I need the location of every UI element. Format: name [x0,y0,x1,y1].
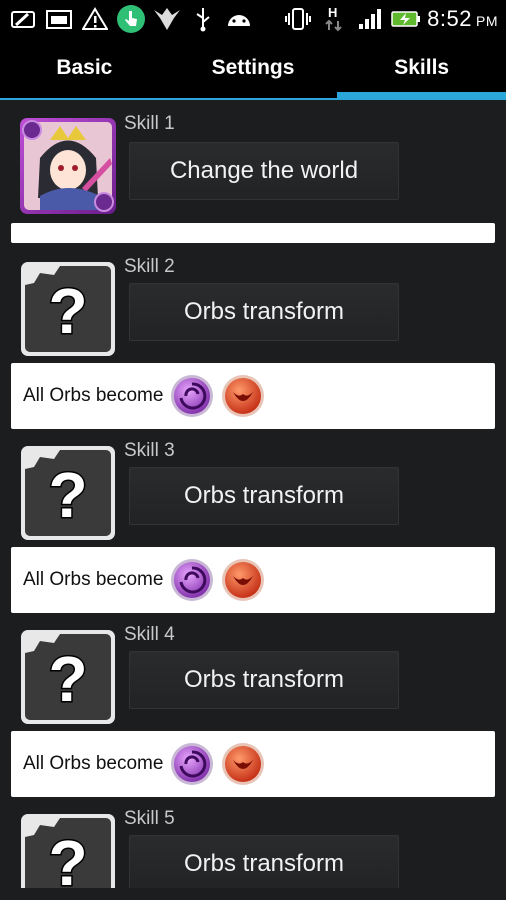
tab-label: Skills [394,56,450,79]
dark-orb-icon [170,742,214,786]
touch-app-icon [116,4,146,34]
description-text: All Orbs become [23,753,164,774]
skill-name-button[interactable]: Change the world [129,142,399,200]
svg-text:?: ? [48,827,87,888]
skill-name-button[interactable]: Orbs transform [129,467,399,525]
skill-name-button[interactable]: Orbs transform [129,651,399,709]
unknown-question-icon: ? [20,261,116,357]
signal-icon [355,4,385,34]
tab-skills[interactable]: Skills [337,38,506,100]
description-text: All Orbs become [23,569,164,590]
skill-item-2: ? Skill 2 Orbs transform All Orbs become [0,240,506,429]
unknown-question-icon: ? [20,629,116,725]
svg-text:?: ? [48,275,87,347]
dark-orb-icon [170,558,214,602]
skill-name-button[interactable]: Orbs transform [129,283,399,341]
dark-orb-icon [170,374,214,418]
tab-bar: Basic Settings Skills [0,38,506,100]
skill-label: Skill 3 [124,440,175,461]
bird-logo-icon [152,4,182,34]
svg-text:H: H [328,5,337,20]
fire-orb-icon [221,558,265,602]
svg-text:?: ? [48,459,87,531]
tab-label: Settings [211,56,295,79]
skill-label: Skill 1 [124,113,175,134]
warning-icon [80,4,110,34]
tab-basic[interactable]: Basic [0,38,169,98]
skill-name-button[interactable]: Orbs transform [129,835,399,888]
skill-description: All Orbs become [11,363,495,429]
gallery-icon [44,4,74,34]
clock-ampm: PM [476,13,498,29]
usb-icon [188,4,218,34]
skill-item-5: ? Skill 5 Orbs transform [0,792,506,888]
skill-item-3: ? Skill 3 Orbs transform All Orbs become [0,424,506,613]
skill-label: Skill 4 [124,624,175,645]
skill-item-1: Skill 1 Change the world [0,100,506,250]
skill-label: Skill 5 [124,808,175,829]
svg-text:?: ? [48,643,87,715]
tab-label: Basic [56,56,113,79]
tab-settings[interactable]: Settings [169,38,338,98]
skill-label: Skill 2 [124,256,175,277]
clock: 8:52 PM [427,6,498,32]
description-text: All Orbs become [23,385,164,406]
skill-description: All Orbs become [11,731,495,797]
fire-orb-icon [221,742,265,786]
clock-time: 8:52 [427,6,472,31]
character-portrait-icon [20,118,116,214]
skills-list[interactable]: Skill 1 Change the world ? Skill 2 Orbs … [0,100,506,888]
unknown-question-icon: ? [20,445,116,541]
battery-charging-icon [391,4,421,34]
photo-edit-icon [8,4,38,34]
fire-orb-icon [221,374,265,418]
skill-description: All Orbs become [11,547,495,613]
vibrate-icon [283,4,313,34]
android-icon [224,4,254,34]
unknown-question-icon: ? [20,813,116,888]
status-bar: H 8:52 PM [0,0,506,38]
skill-item-4: ? Skill 4 Orbs transform All Orbs become [0,608,506,797]
h-data-icon: H [319,4,349,34]
